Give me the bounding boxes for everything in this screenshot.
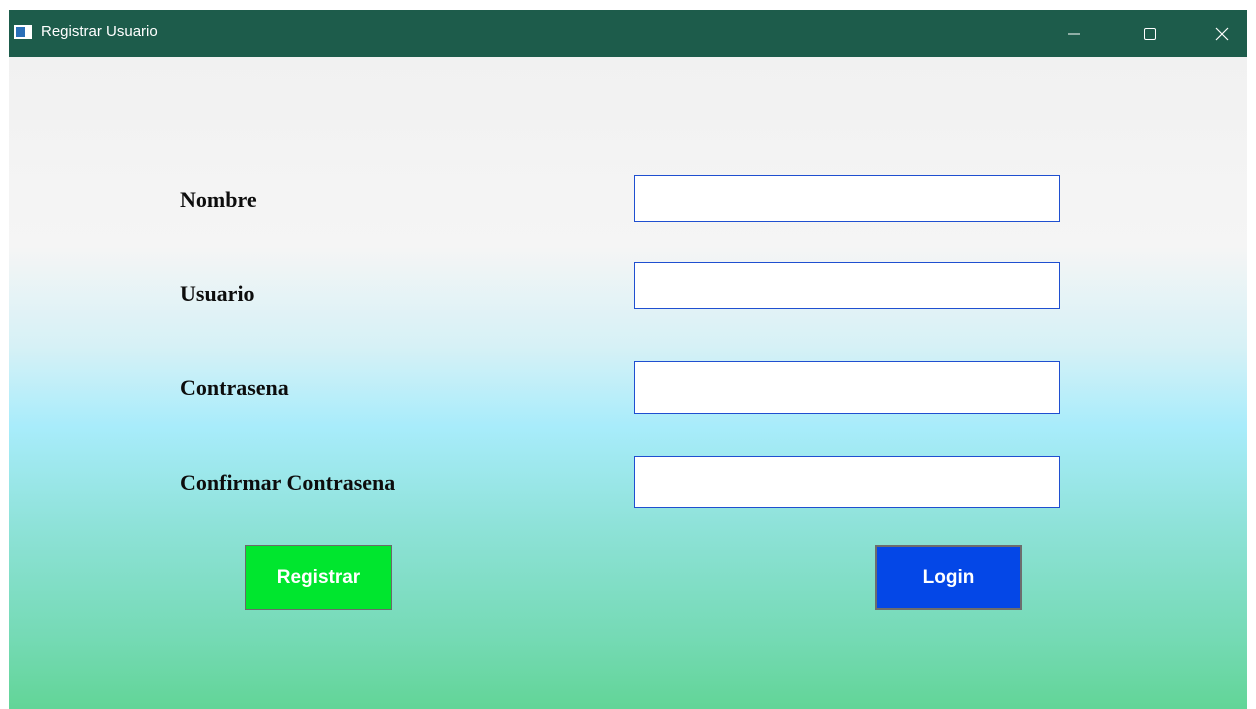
contrasena-input[interactable] [634,361,1060,414]
maximize-icon [1144,27,1156,40]
form-panel: Nombre Usuario Contrasena Confirmar Cont… [9,57,1247,709]
nombre-label: Nombre [180,187,257,212]
window-title: Registrar Usuario [41,23,158,40]
title-bar[interactable]: Registrar Usuario [9,10,1247,57]
confirmar-contrasena-input[interactable] [634,456,1060,508]
usuario-label: Usuario [180,281,255,306]
close-icon [1215,27,1229,40]
confirmar-contrasena-label: Confirmar Contrasena [180,470,396,495]
registrar-button[interactable]: Registrar [245,545,392,610]
usuario-input[interactable] [634,262,1060,309]
app-window: Registrar Usuario Nombre Usuario Contras… [9,10,1247,709]
login-button[interactable]: Login [875,545,1022,610]
minimize-icon [1068,33,1080,34]
close-button[interactable] [1199,10,1245,57]
contrasena-label: Contrasena [180,375,289,400]
app-window-icon [14,25,32,39]
nombre-input[interactable] [634,175,1060,222]
minimize-button[interactable] [1051,10,1097,57]
maximize-button[interactable] [1127,10,1173,57]
